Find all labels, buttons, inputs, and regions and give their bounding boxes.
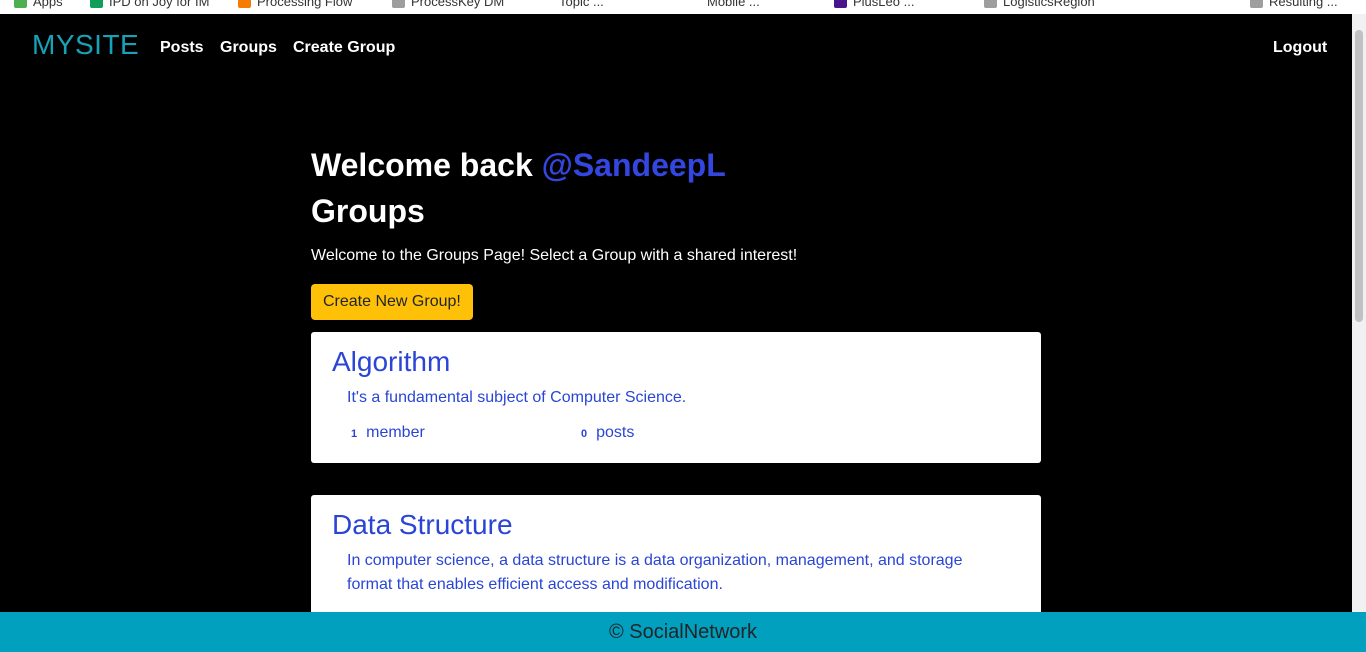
welcome-prefix: Welcome back — [311, 147, 533, 183]
bookmark-item[interactable]: ProcessKey DM — [392, 0, 504, 10]
page-title: Groups — [311, 193, 425, 229]
bookmark-label: Topic ... — [559, 0, 604, 9]
bookmark-label: PlusLeo ... — [853, 0, 915, 9]
group-card-algorithm[interactable]: Algorithm It's a fundamental subject of … — [311, 332, 1041, 463]
bookmark-label: LogisticsRegion — [1003, 0, 1095, 9]
posts-count: 0 — [581, 428, 588, 440]
navbar: MYSITE Posts Groups Create Group Logout — [0, 14, 1352, 82]
posts-stat: 0 posts — [581, 424, 634, 442]
group-stats: 1 member 0 posts — [332, 424, 1020, 448]
bookmark-item[interactable]: Resulting ... — [1250, 0, 1338, 10]
group-card-data-structure[interactable]: Data Structure In computer science, a da… — [311, 495, 1041, 625]
bookmark-label: Apps — [33, 0, 63, 9]
logout-link[interactable]: Logout — [1273, 39, 1327, 57]
members-label: member — [366, 424, 425, 441]
bookmark-favicon-icon — [688, 0, 701, 8]
nav-link-groups[interactable]: Groups — [220, 39, 277, 57]
nav-link-create-group[interactable]: Create Group — [293, 39, 395, 57]
nav-link-posts[interactable]: Posts — [160, 39, 204, 57]
bookmark-favicon-icon — [90, 0, 103, 8]
brand-logo-link[interactable]: MYSITE — [32, 29, 139, 61]
bookmark-item[interactable]: Processing Flow — [238, 0, 352, 10]
bookmark-favicon-icon — [1250, 0, 1263, 8]
site-footer: © SocialNetwork — [0, 612, 1366, 652]
scrollbar-thumb[interactable] — [1355, 30, 1363, 322]
bookmark-favicon-icon — [540, 0, 553, 8]
create-new-group-button[interactable]: Create New Group! — [311, 284, 473, 320]
bookmark-favicon-icon — [238, 0, 251, 8]
bookmark-item[interactable]: LogisticsRegion — [984, 0, 1095, 10]
bookmark-favicon-icon — [984, 0, 997, 8]
bookmark-apps[interactable]: Apps — [14, 0, 63, 10]
welcome-heading: Welcome back @SandeepL — [311, 145, 1041, 185]
bookmark-favicon-icon — [392, 0, 405, 8]
bookmark-favicon-icon — [834, 0, 847, 8]
page-scrollbar[interactable] — [1352, 14, 1366, 612]
group-description: It's a fundamental subject of Computer S… — [347, 389, 687, 406]
members-count: 1 — [351, 428, 358, 440]
bookmark-label: Resulting ... — [1269, 0, 1338, 9]
bookmark-label: IPD on Joy for IM — [109, 0, 210, 9]
posts-label: posts — [596, 424, 635, 441]
group-description: In computer science, a data structure is… — [347, 552, 963, 593]
group-title[interactable]: Algorithm — [332, 346, 1020, 378]
apps-grid-icon — [14, 0, 27, 8]
bookmark-item[interactable]: Mobile ... — [688, 0, 760, 10]
bookmark-label: ProcessKey DM — [411, 0, 505, 9]
bookmark-label: Processing Flow — [257, 0, 353, 9]
bookmark-item[interactable]: Topic ... — [540, 0, 604, 10]
bookmark-item[interactable]: PlusLeo ... — [834, 0, 914, 10]
bookmark-label: Mobile ... — [707, 0, 760, 9]
main-content: Welcome back @SandeepL Groups Welcome to… — [311, 145, 1041, 320]
bookmark-item[interactable]: IPD on Joy for IM — [90, 0, 209, 10]
group-title[interactable]: Data Structure — [332, 509, 1020, 541]
members-stat: 1 member — [351, 424, 425, 442]
username-link[interactable]: @SandeepL — [542, 147, 726, 183]
page-intro-text: Welcome to the Groups Page! Select a Gro… — [311, 247, 798, 264]
bookmarks-bar: Apps IPD on Joy for IM Processing Flow P… — [0, 0, 1366, 14]
